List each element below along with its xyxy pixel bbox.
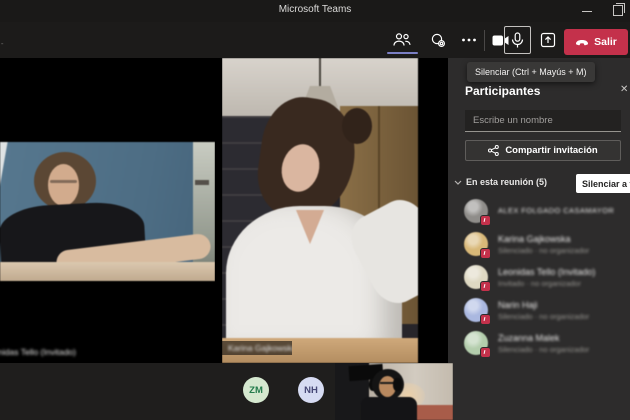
- muted-mic-badge: [480, 215, 491, 226]
- share-network-icon: [488, 145, 499, 156]
- chevron-down-icon: [454, 180, 462, 185]
- participant-row[interactable]: Narin Haji Silenciado · no organizador: [448, 295, 630, 328]
- share-invite-label: Compartir invitación: [505, 145, 597, 156]
- close-panel-icon[interactable]: ✕: [620, 84, 628, 95]
- muted-mic-badge: [480, 314, 491, 325]
- initials-avatar-zm[interactable]: ZM: [243, 377, 269, 403]
- people-icon: [392, 32, 412, 48]
- muted-mic-badge: [480, 347, 491, 358]
- mute-all-button[interactable]: Silenciar a todos: [576, 174, 630, 193]
- video-tile-1[interactable]: Leonidas Tello (Invitado): [0, 58, 215, 363]
- search-participant-input[interactable]: [465, 110, 621, 132]
- video-feed-1: [0, 142, 215, 281]
- section-label: En esta reunión (5): [466, 177, 547, 187]
- participants-button[interactable]: [386, 28, 418, 52]
- more-dots-icon: [461, 37, 477, 43]
- participant-subtitle: Silenciado · no organizador: [498, 312, 589, 321]
- video-feed-2: [222, 58, 418, 363]
- participant-row[interactable]: Leonidas Tello (Invitado) Invitado · no …: [448, 262, 630, 295]
- participant-row[interactable]: ALEX FOLGADO CASAMAYOR: [448, 196, 630, 229]
- meeting-toolbar: :--: [0, 22, 630, 58]
- toolbar-divider: [484, 30, 485, 51]
- breakout-rooms-button[interactable]: [424, 28, 452, 52]
- meeting-timer: :--: [0, 39, 5, 48]
- minimize-icon[interactable]: [582, 11, 592, 12]
- participant-name: Leonidas Tello (Invitado): [498, 267, 595, 277]
- restore-window-icon[interactable]: [613, 5, 623, 16]
- mute-tooltip: Silenciar (Ctrl + Mayús + M): [467, 62, 595, 82]
- participant-row[interactable]: Zuzanna Malek Silenciado · no organizado…: [448, 328, 630, 361]
- share-invite-button[interactable]: Compartir invitación: [465, 140, 621, 161]
- video-tile-2[interactable]: Karina Gajkowska: [222, 58, 450, 363]
- share-content-button[interactable]: [536, 27, 560, 53]
- active-tab-underline: [387, 52, 418, 54]
- video-stage: Leonidas Tello (Invitado) Karina Gajkows…: [0, 58, 450, 363]
- participants-panel: Participantes ✕ Compartir invitación En …: [448, 58, 630, 420]
- in-meeting-section-header[interactable]: En esta reunión (5): [454, 177, 547, 187]
- video-name-label: Leonidas Tello (Invitado): [0, 347, 76, 357]
- video-name-label: Karina Gajkowska: [222, 341, 292, 355]
- panel-title: Participantes: [465, 84, 540, 98]
- participant-subtitle: Silenciado · no organizador: [498, 345, 589, 354]
- self-video-feed: [335, 363, 453, 420]
- hangup-phone-icon: [575, 37, 589, 47]
- share-tray-icon: [540, 32, 556, 48]
- window-title: Microsoft Teams: [0, 4, 630, 15]
- breakout-rooms-icon: [429, 32, 447, 49]
- self-view-video[interactable]: [335, 363, 453, 420]
- teams-meeting-window: Microsoft Teams :--: [0, 0, 630, 420]
- muted-mic-badge: [480, 281, 491, 292]
- more-actions-button[interactable]: [456, 28, 482, 52]
- participant-name: Zuzanna Malek: [498, 333, 560, 343]
- participant-name: Narin Haji: [498, 300, 538, 310]
- participant-name: Karina Gajkowska: [498, 234, 571, 244]
- initials-avatar-nh[interactable]: NH: [298, 377, 324, 403]
- microphone-icon: [511, 32, 524, 49]
- muted-mic-badge: [480, 248, 491, 259]
- leave-call-label: Salir: [594, 36, 617, 48]
- microphone-button[interactable]: [504, 26, 531, 54]
- leave-call-button[interactable]: Salir: [564, 29, 628, 55]
- participant-name: ALEX FOLGADO CASAMAYOR: [498, 206, 614, 215]
- participant-subtitle: Silenciado · no organizador: [498, 246, 589, 255]
- participant-row[interactable]: Karina Gajkowska Silenciado · no organiz…: [448, 229, 630, 262]
- participant-subtitle: Invitado · no organizador: [498, 279, 581, 288]
- window-titlebar: Microsoft Teams: [0, 0, 630, 22]
